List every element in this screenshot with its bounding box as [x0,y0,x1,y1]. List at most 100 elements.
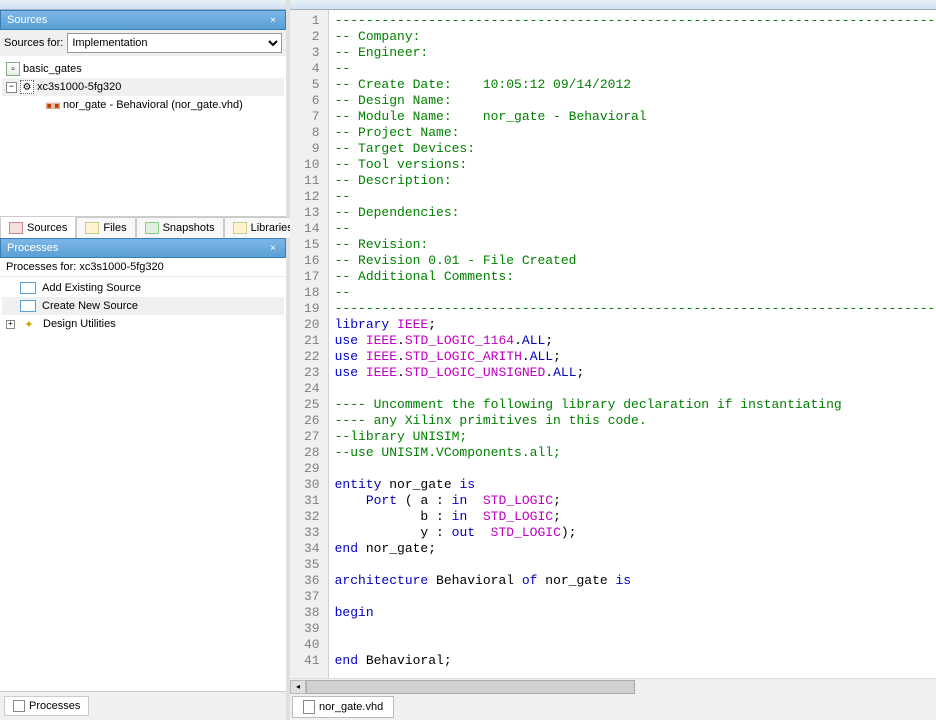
libraries-icon [233,222,247,234]
line-number: 15 [304,237,320,253]
scrollbar-thumb[interactable] [306,680,635,694]
process-add-existing-source[interactable]: Add Existing Source [2,279,284,297]
tree-item-file[interactable]: ▣▣ nor_gate - Behavioral (nor_gate.vhd) [2,96,284,114]
line-number: 16 [304,253,320,269]
code-line[interactable] [335,461,936,477]
code-line[interactable]: -- Tool versions: [335,157,936,173]
file-icon [303,700,315,714]
tree-item-label: xc3s1000-5fg320 [37,81,121,93]
line-number: 37 [304,589,320,605]
code-line[interactable] [335,557,936,573]
line-number: 20 [304,317,320,333]
file-tab-nor-gate[interactable]: nor_gate.vhd [292,696,394,718]
code-line[interactable]: use IEEE.STD_LOGIC_UNSIGNED.ALL; [335,365,936,381]
line-number: 1 [304,13,320,29]
line-number: 27 [304,429,320,445]
code-line[interactable]: begin [335,605,936,621]
line-number: 13 [304,205,320,221]
process-create-new-source[interactable]: Create New Source [2,297,284,315]
line-number: 14 [304,221,320,237]
process-design-utilities[interactable]: + ✦ Design Utilities [2,315,284,333]
sources-for-select[interactable]: Implementation [67,33,282,53]
code-line[interactable]: -- Revision 0.01 - File Created [335,253,936,269]
code-line[interactable]: architecture Behavioral of nor_gate is [335,573,936,589]
tab-files[interactable]: Files [76,217,135,238]
processes-bottom-tabs: Processes [0,691,286,720]
code-line[interactable]: -- Dependencies: [335,205,936,221]
code-line[interactable]: -- Company: [335,29,936,45]
scrollbar-track[interactable] [306,680,936,694]
processes-panel-title: Processes [7,242,58,254]
code-line[interactable]: -- Description: [335,173,936,189]
scroll-left-icon[interactable]: ◂ [290,680,306,694]
code-line[interactable]: entity nor_gate is [335,477,936,493]
line-number: 32 [304,509,320,525]
line-number: 18 [304,285,320,301]
window-icon [20,300,36,312]
code-content[interactable]: ----------------------------------------… [329,10,936,678]
code-line[interactable]: ----------------------------------------… [335,301,936,317]
code-line[interactable]: b : in STD_LOGIC; [335,509,936,525]
editor-file-tabs: nor_gate.vhd [290,694,936,720]
line-number: 40 [304,637,320,653]
line-number: 7 [304,109,320,125]
code-line[interactable]: y : out STD_LOGIC); [335,525,936,541]
code-line[interactable]: -- Revision: [335,237,936,253]
code-line[interactable]: -- [335,189,936,205]
code-line[interactable]: -- [335,285,936,301]
tree-item-label: basic_gates [23,63,82,75]
code-line[interactable]: -- Engineer: [335,45,936,61]
code-line[interactable]: -- Project Name: [335,125,936,141]
sources-tree: ▫ basic_gates − ⚙ xc3s1000-5fg320 ▣▣ nor… [0,56,286,216]
line-number: 36 [304,573,320,589]
tab-sources[interactable]: Sources [0,217,76,238]
code-line[interactable]: -- Design Name: [335,93,936,109]
chip-icon: ⚙ [20,80,34,94]
code-line[interactable]: library IEEE; [335,317,936,333]
code-editor[interactable]: 1234567891011121314151617181920212223242… [290,10,936,678]
code-line[interactable]: -- [335,61,936,77]
tree-item-label: nor_gate - Behavioral (nor_gate.vhd) [63,99,243,111]
code-line[interactable]: Port ( a : in STD_LOGIC; [335,493,936,509]
horizontal-scrollbar[interactable]: ◂ ▸ [290,678,936,694]
code-line[interactable] [335,589,936,605]
code-line[interactable]: -- Target Devices: [335,141,936,157]
code-line[interactable]: use IEEE.STD_LOGIC_ARITH.ALL; [335,349,936,365]
file-tab-label: nor_gate.vhd [319,701,383,713]
line-number: 25 [304,397,320,413]
close-icon[interactable]: × [267,242,279,254]
sources-icon [9,222,23,234]
close-icon[interactable]: × [267,14,279,26]
code-line[interactable]: -- Create Date: 10:05:12 09/14/2012 [335,77,936,93]
line-number: 17 [304,269,320,285]
tab-snapshots[interactable]: Snapshots [136,217,224,238]
code-line[interactable]: -- Module Name: nor_gate - Behavioral [335,109,936,125]
tree-item-project[interactable]: ▫ basic_gates [2,60,284,78]
code-line[interactable]: use IEEE.STD_LOGIC_1164.ALL; [335,333,936,349]
code-line[interactable]: --library UNISIM; [335,429,936,445]
line-number: 35 [304,557,320,573]
line-number: 3 [304,45,320,61]
code-line[interactable] [335,637,936,653]
line-number: 33 [304,525,320,541]
tree-item-device[interactable]: − ⚙ xc3s1000-5fg320 [2,78,284,96]
collapse-icon[interactable]: − [6,82,17,93]
snapshots-icon [145,222,159,234]
sources-panel-header: Sources × [0,10,286,30]
tab-processes[interactable]: Processes [4,696,89,716]
line-number: 19 [304,301,320,317]
code-line[interactable]: ---- any Xilinx primitives in this code. [335,413,936,429]
sources-for-label: Sources for: [4,37,63,49]
expand-icon[interactable]: + [6,320,15,329]
code-line[interactable]: --use UNISIM.VComponents.all; [335,445,936,461]
code-line[interactable] [335,621,936,637]
code-line[interactable]: ----------------------------------------… [335,13,936,29]
code-line[interactable]: end nor_gate; [335,541,936,557]
code-line[interactable]: end Behavioral; [335,653,936,669]
code-line[interactable]: -- [335,221,936,237]
code-line[interactable]: ---- Uncomment the following library dec… [335,397,936,413]
line-number: 2 [304,29,320,45]
line-number: 30 [304,477,320,493]
code-line[interactable] [335,381,936,397]
code-line[interactable]: -- Additional Comments: [335,269,936,285]
